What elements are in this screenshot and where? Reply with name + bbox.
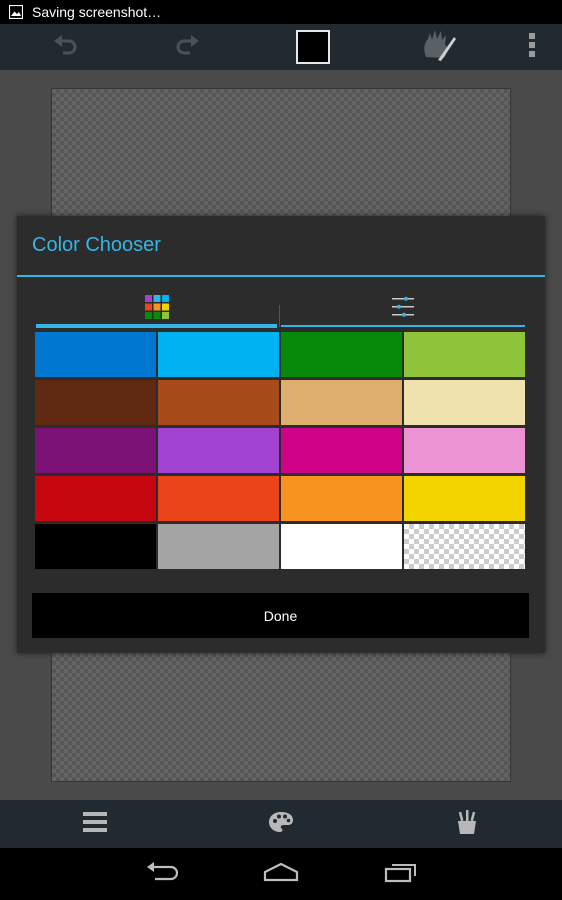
- hand-brush-icon: [418, 27, 458, 68]
- back-icon: [145, 861, 179, 887]
- color-swatch[interactable]: [35, 332, 156, 377]
- tab-sliders-indicator: [281, 325, 525, 327]
- color-swatch[interactable]: [281, 524, 402, 569]
- navigation-bar: [0, 848, 562, 900]
- done-button[interactable]: Done: [32, 593, 529, 638]
- color-swatch[interactable]: [281, 380, 402, 425]
- undo-button[interactable]: [42, 24, 88, 70]
- color-swatch[interactable]: [158, 428, 279, 473]
- title-divider: [17, 275, 545, 277]
- color-swatch[interactable]: [404, 332, 525, 377]
- color-swatch[interactable]: [35, 380, 156, 425]
- action-bar: [0, 24, 562, 70]
- current-color-swatch: [296, 30, 330, 64]
- color-swatch[interactable]: [281, 332, 402, 377]
- undo-icon: [51, 33, 79, 62]
- tab-sliders[interactable]: [281, 288, 525, 330]
- redo-icon: [174, 33, 202, 62]
- sliders-icon: [391, 295, 415, 324]
- status-bar: Saving screenshot…: [0, 0, 562, 24]
- home-button[interactable]: [246, 848, 316, 900]
- color-swatch[interactable]: [281, 476, 402, 521]
- color-swatch[interactable]: [404, 380, 525, 425]
- current-color-button[interactable]: [293, 24, 333, 70]
- swatch-grid: [35, 332, 525, 569]
- hand-tool-button[interactable]: [413, 24, 463, 70]
- swatch-transparent[interactable]: [404, 524, 525, 569]
- color-swatch[interactable]: [35, 476, 156, 521]
- recent-apps-icon: [384, 861, 418, 888]
- tab-swatches-indicator: [36, 324, 277, 328]
- recent-apps-button[interactable]: [366, 848, 436, 900]
- redo-button[interactable]: [165, 24, 211, 70]
- color-swatch[interactable]: [404, 428, 525, 473]
- color-swatch[interactable]: [158, 380, 279, 425]
- color-swatch[interactable]: [158, 476, 279, 521]
- color-swatch[interactable]: [158, 332, 279, 377]
- tab-separator: [279, 305, 280, 327]
- color-swatch[interactable]: [158, 524, 279, 569]
- brushes-icon: [455, 809, 479, 840]
- color-swatch[interactable]: [35, 524, 156, 569]
- dialog-title: Color Chooser: [32, 234, 161, 256]
- palette-button[interactable]: [251, 800, 311, 848]
- overflow-menu-button[interactable]: [517, 24, 547, 70]
- overflow-menu-icon: [528, 32, 536, 63]
- color-swatch[interactable]: [404, 476, 525, 521]
- home-icon: [263, 862, 299, 887]
- color-chooser-dialog: Color Chooser Done: [17, 216, 545, 653]
- status-text: Saving screenshot…: [32, 4, 162, 20]
- image-icon: [8, 4, 24, 20]
- brushes-button[interactable]: [437, 800, 497, 848]
- palette-icon: [268, 811, 294, 838]
- color-swatch[interactable]: [35, 428, 156, 473]
- back-button[interactable]: [127, 848, 197, 900]
- menu-button[interactable]: [65, 800, 125, 848]
- bottom-toolbar: [0, 800, 562, 848]
- color-swatch[interactable]: [281, 428, 402, 473]
- menu-icon: [83, 810, 107, 839]
- color-grid-icon: [144, 294, 169, 324]
